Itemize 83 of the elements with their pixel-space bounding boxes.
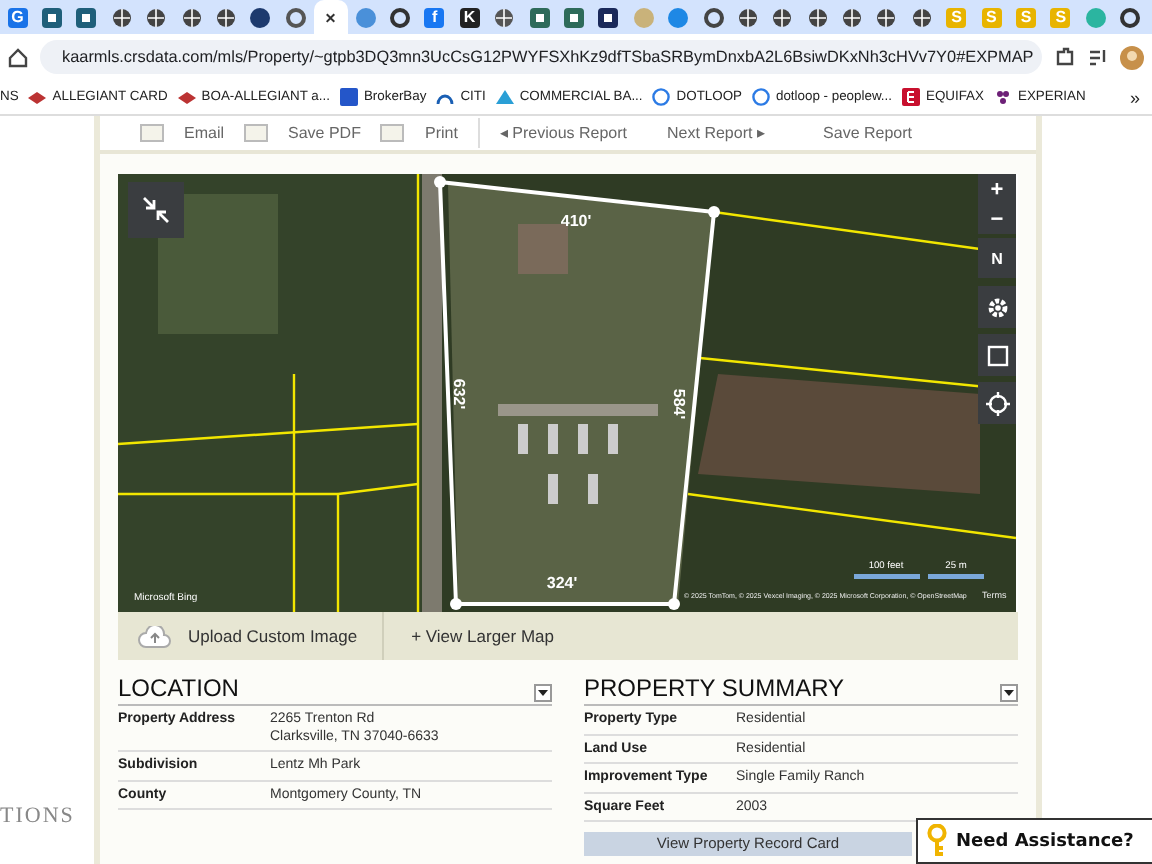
dimension-label: 632' [450,378,468,410]
dimension-label: 324' [546,574,578,592]
toolbar-link[interactable]: Save PDF [288,124,361,142]
dimension-label: 584' [670,388,688,420]
globe-icon [111,7,132,27]
printer-icon [380,124,405,142]
boundary-vertex[interactable] [434,176,446,188]
gear-button[interactable] [978,286,1016,328]
side-heading-text: TIONS [0,804,75,828]
upload-image-link[interactable]: Upload Custom Image [188,626,358,646]
triangle-icon [495,90,514,104]
more-bookmarks[interactable]: » [1129,87,1140,107]
report-nav-link[interactable]: Next Report ▸ [667,124,765,142]
locate-icon [985,391,1009,415]
globe-icon [216,7,237,27]
help-chat-button[interactable]: Need Assistance? [916,818,1152,864]
browser-tab[interactable]: f [417,0,453,34]
boundary-vertex[interactable] [450,598,462,610]
home-icon [8,47,28,67]
boundary-vertex[interactable] [668,598,680,610]
circle-icon [633,7,654,27]
app-icon [42,7,63,27]
scale-bar [928,574,984,579]
globe-icon [181,7,202,27]
locate-button[interactable] [978,382,1016,424]
square-button[interactable] [978,334,1016,376]
address-bar[interactable]: kaarmls.crsdata.com/mls/Property/~gtpb3DQ3mn3UcCsG12PWYFSXhKz9dfTSbaSRBymDnxbA2L6BsiwDKxNh3cHVv7Y0#EXPMAP [40,40,1042,74]
save-report-link[interactable]: Save Report [823,124,912,142]
cloud-upload-icon [138,625,172,647]
dropdown-toggle[interactable] [534,684,552,702]
app-icon [563,7,584,27]
collapse-icon[interactable] [128,182,184,238]
caret-down-icon [1004,690,1014,696]
toolbar-link[interactable]: Print [424,124,458,142]
letter-e-icon [901,88,920,106]
zoom-in-button[interactable]: + [990,177,1004,201]
ring-icon [703,7,723,27]
browser-tab[interactable]: K [452,0,487,34]
key-icon [926,824,948,858]
circle-icon [250,7,271,27]
url-text: kaarmls.crsdata.com/mls/Property/~gtpb3DQ3mn3UcCsG12PWYFSXhKz9dfTSbaSRBymDnxbA2L6BsiwDKxNh3cHVv7Y0#EXPMAP [62,48,1034,66]
zoom-out-button[interactable]: − [990,207,1004,231]
circle-icon [668,7,689,27]
dropdown-toggle[interactable] [1000,684,1018,702]
ring-icon [389,7,410,27]
globe-icon [876,7,897,27]
caret-down-icon [538,690,548,696]
compass-button[interactable]: N [978,238,1016,278]
dots-icon [993,88,1012,106]
app-icon [598,7,619,27]
globe-icon [842,7,863,27]
app-icon [529,7,550,27]
globe-icon [737,7,758,27]
toolbar-link[interactable]: Email [184,124,225,142]
globe-icon [911,7,932,27]
dimension-label: 410' [560,212,592,230]
avatar-icon [1120,45,1144,69]
section-heading: PROPERTY SUMMARY [584,676,845,702]
section-heading: LOCATION [118,676,239,702]
extension-icon [1054,46,1076,68]
globe-icon [146,7,167,27]
app-icon [76,7,97,27]
gear-icon [985,295,1009,319]
browser-tab[interactable]: × [313,0,348,34]
boundary-vertex[interactable] [708,206,720,218]
circle-icon [355,7,376,27]
globe-icon [807,7,828,27]
report-nav-link[interactable]: ◂ Previous Report [499,124,628,142]
globe-icon [494,7,515,27]
ring-icon [1120,7,1141,27]
view-larger-map-link[interactable]: + View Larger Map [411,626,555,646]
square-icon [985,343,1009,367]
arc-icon [436,91,455,103]
tile-icon [339,88,358,106]
loop-icon [751,88,770,106]
circle-icon [1085,7,1106,27]
globe-icon [772,7,793,27]
envelope-icon [140,124,164,142]
browser-tab[interactable]: G [0,0,35,34]
document-icon [244,124,269,142]
ring-icon [285,7,306,27]
scale-bar [854,574,920,579]
loop-icon [652,88,671,106]
